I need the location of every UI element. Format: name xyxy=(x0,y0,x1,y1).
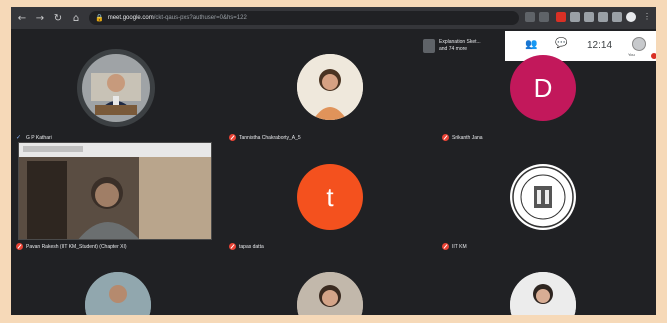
participant-seal-avatar xyxy=(510,164,576,230)
participant-name: tapas datta xyxy=(239,243,264,250)
extension-icon[interactable] xyxy=(570,12,580,22)
self-avatar[interactable] xyxy=(632,37,646,51)
address-bar[interactable]: 🔒 meet.google.com /ckt-qaus-pxs?authuser… xyxy=(89,11,519,25)
participant-name: Srikanth Jana xyxy=(452,134,483,141)
home-icon[interactable]: ⌂ xyxy=(69,11,83,25)
profile-icon[interactable] xyxy=(626,12,636,22)
participant-name-row: Tannistha Chakraborty_A_5 xyxy=(229,134,301,141)
self-label: You xyxy=(628,52,635,57)
clock: 12:14 xyxy=(587,40,613,51)
participant-photo xyxy=(297,272,363,315)
participant-name: Tannistha Chakraborty_A_5 xyxy=(239,134,301,141)
puzzle-icon[interactable] xyxy=(612,12,622,22)
menu-icon[interactable]: ⋮ xyxy=(642,12,652,22)
participant-letter-avatar: D xyxy=(510,55,576,121)
avatar-letter: D xyxy=(510,55,576,121)
mic-off-icon xyxy=(442,243,449,250)
extension-red-icon[interactable] xyxy=(556,12,566,22)
browser-window: ← → ↻ ⌂ 🔒 meet.google.com /ckt-qaus-pxs?… xyxy=(11,7,656,315)
institution-seal-icon xyxy=(512,166,574,228)
participant-name: IIT KM xyxy=(452,243,467,250)
bookmark-icon[interactable] xyxy=(525,12,535,22)
url-path: /ckt-qaus-pxs?authuser=0&hs=122 xyxy=(153,15,247,21)
presentation-count: and 74 more xyxy=(439,46,468,52)
person-avatar-icon xyxy=(82,54,150,122)
forward-icon[interactable]: → xyxy=(33,11,47,25)
mic-off-icon xyxy=(16,243,23,250)
participant-name-row: IIT KM xyxy=(442,243,467,250)
participant-photo xyxy=(77,49,155,127)
participant-name-row: Srikanth Jana xyxy=(442,134,483,141)
notification-dot xyxy=(651,53,656,59)
people-icon[interactable]: 👥 xyxy=(525,39,537,50)
participant-name-row: ✓ G P Kathari xyxy=(16,134,52,142)
url-host: meet.google.com xyxy=(107,15,154,21)
mic-off-icon xyxy=(229,243,236,250)
participant-photo xyxy=(510,272,576,315)
extension-icon[interactable] xyxy=(584,12,594,22)
extension-icon[interactable] xyxy=(598,12,608,22)
presentation-title: Explanation Sket... xyxy=(439,39,481,45)
reload-icon[interactable]: ↻ xyxy=(51,11,65,25)
presentation-preview xyxy=(423,39,435,53)
share-icon[interactable] xyxy=(539,12,549,22)
participant-name: Pavan Rakesh (IIT KM_Student) (Chapter X… xyxy=(26,243,127,250)
participant-photo xyxy=(297,54,363,120)
back-icon[interactable]: ← xyxy=(15,11,29,25)
mic-icon: ✓ xyxy=(16,135,22,141)
participant-letter-avatar: t xyxy=(297,164,363,230)
mic-off-icon xyxy=(442,134,449,141)
presentation-thumbnail[interactable]: Explanation Sket... and 74 more xyxy=(419,31,505,61)
participant-video xyxy=(18,142,212,240)
person-avatar-icon xyxy=(297,272,363,315)
participant-name: G P Kathari xyxy=(26,134,52,141)
participant-name-row: Pavan Rakesh (IIT KM_Student) (Chapter X… xyxy=(16,243,127,250)
mic-off-icon xyxy=(229,134,236,141)
person-avatar-icon xyxy=(297,54,363,120)
chat-icon[interactable]: 💬 xyxy=(555,38,567,49)
lock-icon: 🔒 xyxy=(95,14,104,22)
browser-toolbar: ← → ↻ ⌂ 🔒 meet.google.com /ckt-qaus-pxs?… xyxy=(11,7,656,29)
person-avatar-icon xyxy=(85,272,151,315)
webcam-feed xyxy=(19,143,211,239)
avatar-letter: t xyxy=(297,164,363,230)
participant-name-row: tapas datta xyxy=(229,243,264,250)
participant-photo xyxy=(85,272,151,315)
person-avatar-icon xyxy=(510,272,576,315)
